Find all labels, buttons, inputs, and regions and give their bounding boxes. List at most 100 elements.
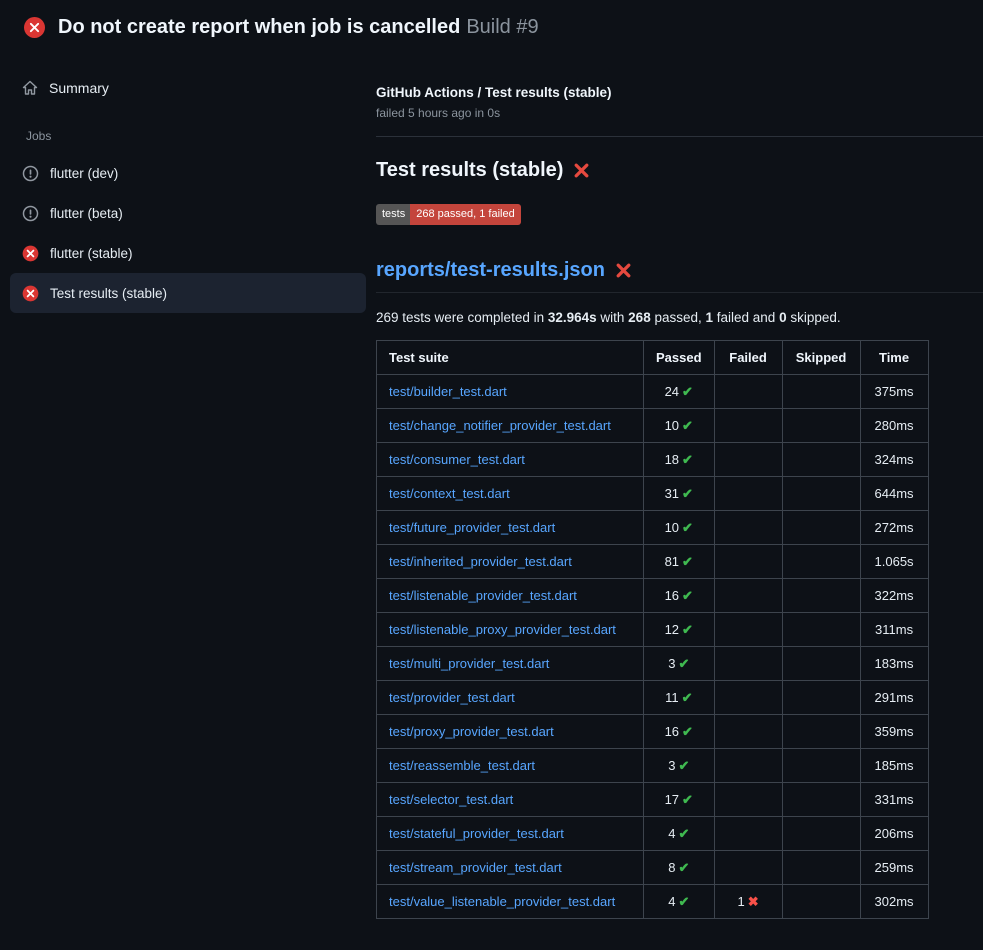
pass-check-icon: ✔	[678, 758, 689, 773]
passed-cell-value: 10	[665, 520, 679, 535]
time-cell-value: 206ms	[875, 826, 914, 841]
test-suite-cell: test/future_provider_test.dart	[377, 511, 644, 545]
skipped-cell	[782, 783, 860, 817]
test-suite-link[interactable]: test/proxy_provider_test.dart	[389, 724, 554, 739]
test-suite-link[interactable]: test/provider_test.dart	[389, 690, 515, 705]
test-suite-link[interactable]: test/consumer_test.dart	[389, 452, 525, 467]
passed-cell-value: 4	[668, 894, 675, 909]
table-row: test/inherited_provider_test.dart 81✔ 1.06…	[377, 545, 929, 579]
pass-check-icon: ✔	[682, 622, 693, 637]
failed-cell	[714, 681, 782, 715]
time-cell: 302ms	[860, 885, 928, 919]
sidebar-job-item[interactable]: flutter (dev)	[10, 153, 366, 193]
pass-check-icon: ✔	[678, 894, 689, 909]
table-row: test/multi_provider_test.dart3✔183ms	[377, 647, 929, 681]
summary-passed-count: 268	[628, 310, 651, 325]
sidebar-item-summary[interactable]: Summary	[10, 69, 366, 107]
test-summary-sentence: 269 tests were completed in 32.964s with…	[376, 310, 951, 325]
time-cell: 280ms	[860, 409, 928, 443]
test-suite-link[interactable]: test/change_notifier_provider_test.dart	[389, 418, 611, 433]
pass-check-icon: ✔	[682, 520, 693, 535]
skipped-cell	[782, 511, 860, 545]
sidebar-job-item[interactable]: Test results (stable)	[10, 273, 366, 313]
failed-x-icon	[573, 162, 590, 179]
time-cell: 291ms	[860, 681, 928, 715]
sidebar-job-item[interactable]: flutter (stable)	[10, 233, 366, 273]
table-row: test/stream_provider_test.dart8✔259ms	[377, 851, 929, 885]
passed-cell: 4✔	[644, 817, 715, 851]
table-row: test/context_test.dart31✔644ms	[377, 477, 929, 511]
time-cell-value: 302ms	[875, 894, 914, 909]
test-suite-link[interactable]: test/selector_test.dart	[389, 792, 513, 807]
time-cell: 331ms	[860, 783, 928, 817]
test-suite-link[interactable]: test/stateful_provider_test.dart	[389, 826, 564, 841]
time-cell: 272ms	[860, 511, 928, 545]
test-suite-link[interactable]: test/stream_provider_test.dart	[389, 860, 562, 875]
jobs-section-label: Jobs	[0, 129, 376, 143]
passed-cell-value: 24	[665, 384, 679, 399]
skipped-cell	[782, 885, 860, 919]
failed-cell	[714, 851, 782, 885]
run-title: Do not create report when job is cancell…	[58, 16, 460, 38]
time-cell-value: 291ms	[875, 690, 914, 705]
test-suite-link[interactable]: test/value_listenable_provider_test.dart	[389, 894, 615, 909]
summary-text: 269 tests were completed in	[376, 310, 548, 325]
pass-check-icon: ✔	[678, 826, 689, 841]
passed-cell: 3✔	[644, 749, 715, 783]
passed-cell-value: 12	[665, 622, 679, 637]
run-title-line: Do not create report when job is cancell…	[58, 16, 539, 39]
sidebar-job-item[interactable]: flutter (beta)	[10, 193, 366, 233]
table-row: test/listenable_provider_test.dart16✔322…	[377, 579, 929, 613]
test-suite-link[interactable]: test/multi_provider_test.dart	[389, 656, 549, 671]
table-row: test/provider_test.dart 11✔ 291ms	[377, 681, 929, 715]
skipped-cell	[782, 749, 860, 783]
job-failed-icon	[22, 245, 39, 262]
test-suite-link[interactable]: test/listenable_proxy_provider_test.dart	[389, 622, 616, 637]
pass-check-icon: ✔	[682, 724, 693, 739]
skipped-cell	[782, 409, 860, 443]
test-suite-link[interactable]: test/future_provider_test.dart	[389, 520, 555, 535]
time-cell-value: 1.065s	[875, 554, 914, 569]
skipped-cell	[782, 443, 860, 477]
passed-cell: 24✔	[644, 375, 715, 409]
breadcrumb: GitHub Actions / Test results (stable)	[376, 85, 983, 100]
summary-text: with	[597, 310, 629, 325]
skipped-cell	[782, 613, 860, 647]
time-cell-value: 322ms	[875, 588, 914, 603]
test-suite-cell: test/selector_test.dart	[377, 783, 644, 817]
test-suite-link[interactable]: test/inherited_provider_test.dart	[389, 554, 572, 569]
test-suite-cell: test/context_test.dart	[377, 477, 644, 511]
test-suite-cell: test/reassemble_test.dart	[377, 749, 644, 783]
job-label: Test results (stable)	[50, 286, 167, 301]
run-failed-icon	[24, 17, 45, 38]
passed-cell-value: 11	[665, 690, 679, 705]
failed-cell	[714, 443, 782, 477]
tests-badge-label: tests	[376, 204, 410, 225]
tests-badge-value: 268 passed, 1 failed	[410, 204, 520, 225]
pass-check-icon: ✔	[682, 690, 693, 705]
table-row: test/value_listenable_provider_test.dart…	[377, 885, 929, 919]
report-file-link[interactable]: reports/test-results.json	[376, 259, 605, 282]
test-suite-link[interactable]: test/listenable_provider_test.dart	[389, 588, 577, 603]
job-failed-icon	[22, 285, 39, 302]
pass-check-icon: ✔	[678, 860, 689, 875]
test-suite-link[interactable]: test/reassemble_test.dart	[389, 758, 535, 773]
time-cell: 324ms	[860, 443, 928, 477]
pass-check-icon: ✔	[682, 554, 693, 569]
main-panel: GitHub Actions / Test results (stable) f…	[376, 51, 983, 919]
failed-cell	[714, 511, 782, 545]
time-cell: 183ms	[860, 647, 928, 681]
failed-cell	[714, 613, 782, 647]
test-suite-cell: test/value_listenable_provider_test.dart	[377, 885, 644, 919]
test-suite-link[interactable]: test/context_test.dart	[389, 486, 510, 501]
passed-cell: 8✔	[644, 851, 715, 885]
home-icon	[22, 80, 38, 96]
time-cell-value: 311ms	[875, 622, 913, 637]
passed-cell-value: 3	[668, 656, 675, 671]
test-suite-link[interactable]: test/builder_test.dart	[389, 384, 507, 399]
passed-cell-value: 81	[665, 554, 679, 569]
test-suite-cell: test/stateful_provider_test.dart	[377, 817, 644, 851]
failed-cell	[714, 579, 782, 613]
job-label: flutter (beta)	[50, 206, 123, 221]
skipped-cell	[782, 375, 860, 409]
